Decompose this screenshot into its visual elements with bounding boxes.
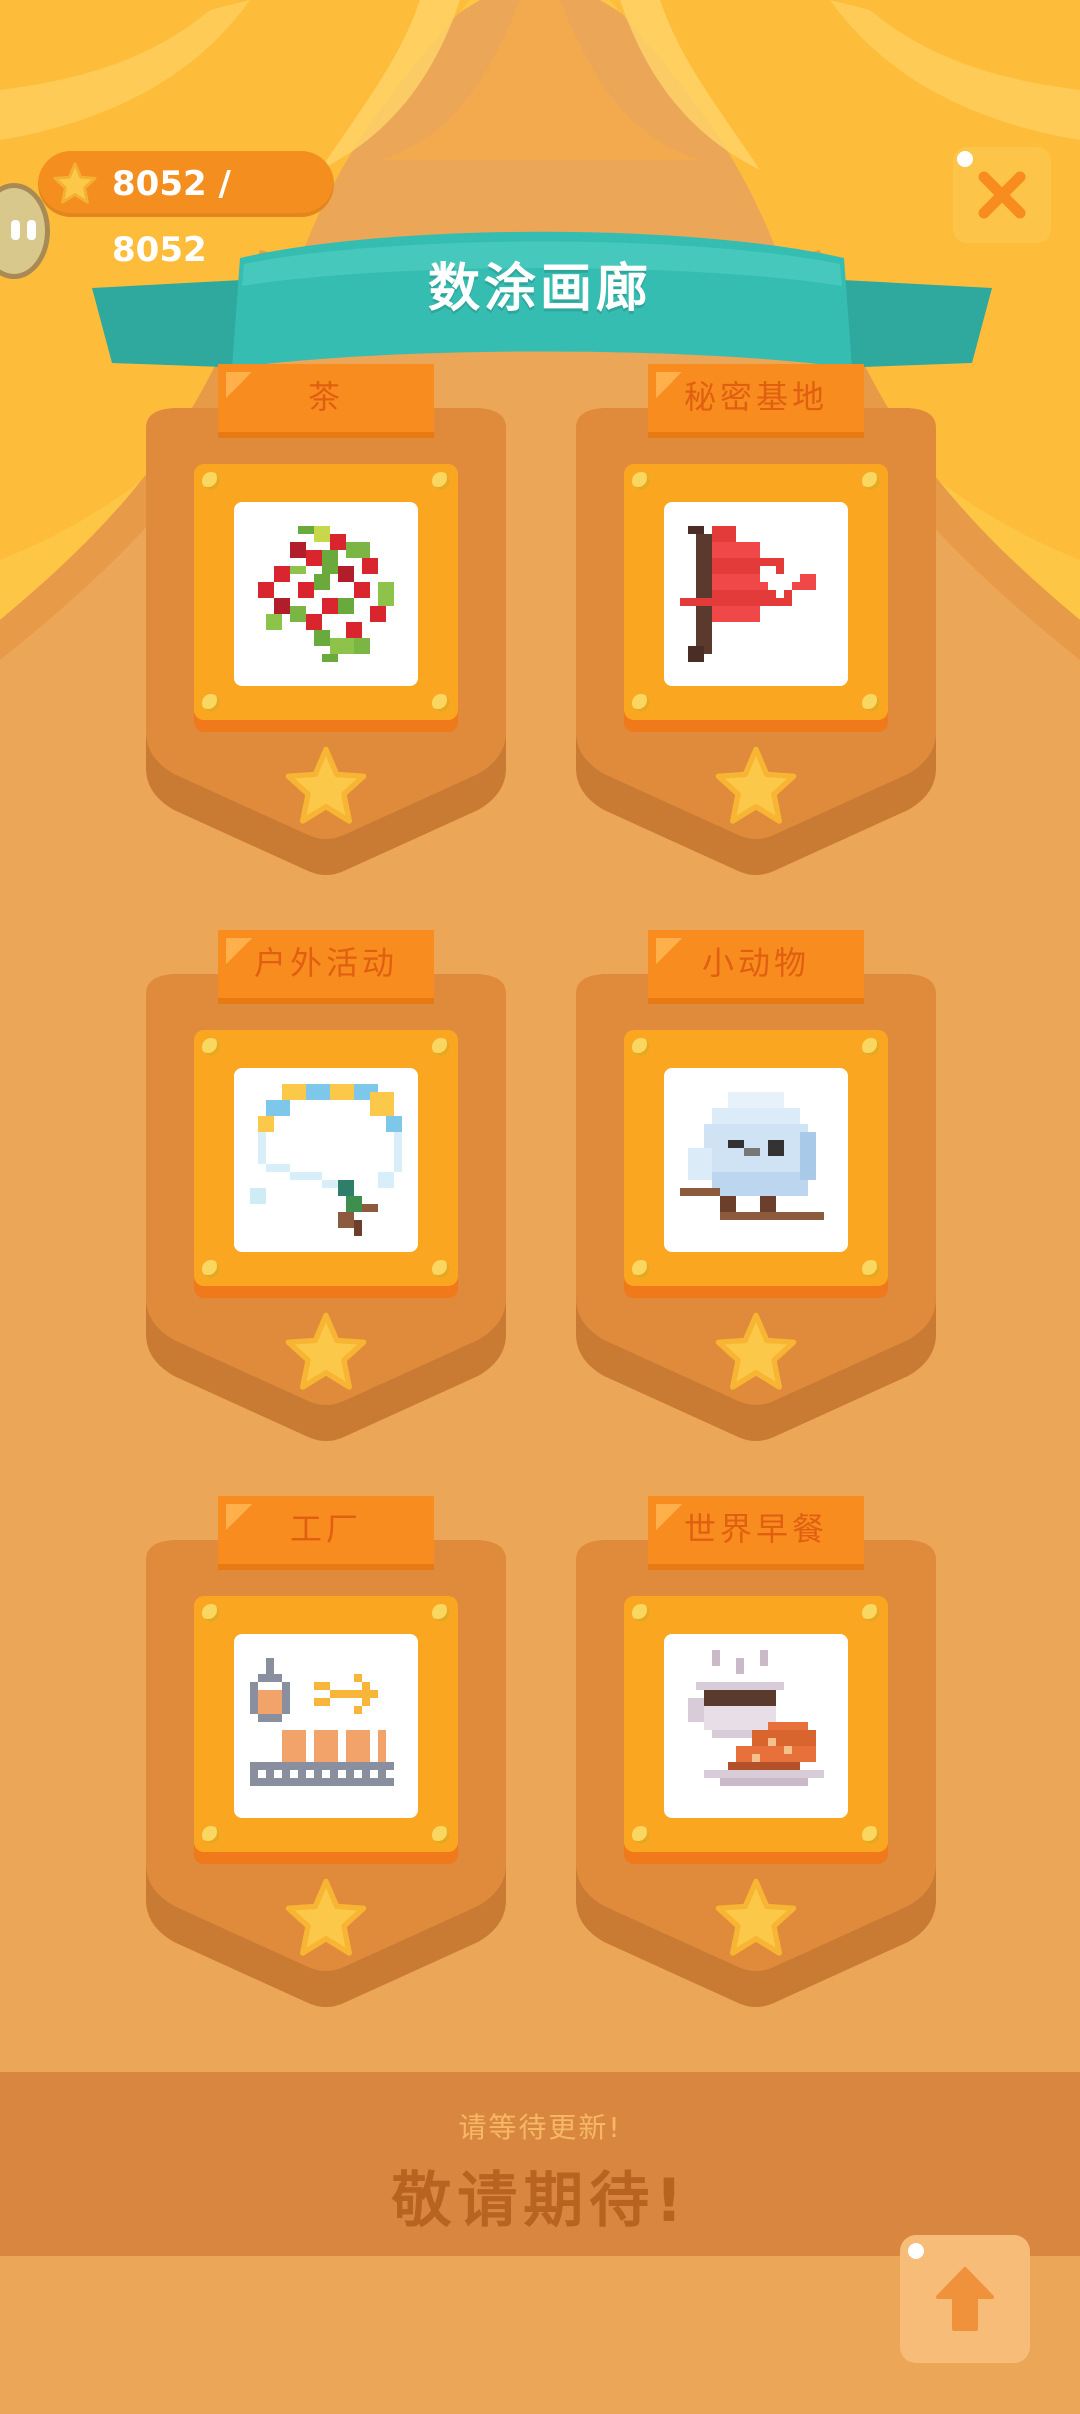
card-label: 工厂 bbox=[289, 1510, 362, 1548]
card-star-icon bbox=[285, 746, 367, 824]
artwork-canvas bbox=[664, 1634, 848, 1818]
card-star-icon bbox=[285, 1312, 367, 1390]
avatar-eye bbox=[27, 220, 36, 240]
bird-artwork bbox=[680, 1092, 824, 1220]
artwork-frame bbox=[624, 1030, 888, 1286]
frame-screw bbox=[862, 1038, 880, 1056]
card-label-tab: 小动物 bbox=[648, 930, 864, 1004]
frame-screw bbox=[202, 1826, 220, 1844]
flag-artwork bbox=[680, 526, 816, 662]
berries-artwork bbox=[258, 526, 394, 662]
avatar-eye bbox=[11, 220, 20, 240]
frame-screw bbox=[862, 1604, 880, 1622]
star-icon bbox=[53, 162, 97, 204]
frame-screw bbox=[202, 1038, 220, 1056]
factory-artwork bbox=[250, 1658, 394, 1786]
artwork-canvas bbox=[664, 1068, 848, 1252]
frame-screw bbox=[632, 1604, 650, 1622]
frame-screw bbox=[432, 1604, 450, 1622]
frame-screw bbox=[632, 1826, 650, 1844]
card-label: 户外活动 bbox=[253, 944, 398, 982]
frame-screw bbox=[862, 1826, 880, 1844]
gallery-card-tea[interactable]: 茶 bbox=[146, 364, 506, 908]
card-label-tab: 工厂 bbox=[218, 1496, 434, 1570]
artwork-frame bbox=[194, 1596, 458, 1852]
card-label-tab: 世界早餐 bbox=[648, 1496, 864, 1570]
gallery-card-factory[interactable]: 工厂 bbox=[146, 1496, 506, 2040]
frame-screw bbox=[432, 1038, 450, 1056]
card-star-icon bbox=[715, 1878, 797, 1956]
frame-screw bbox=[862, 694, 880, 712]
card-star-icon bbox=[715, 746, 797, 824]
artwork-canvas bbox=[234, 1634, 418, 1818]
close-icon bbox=[978, 171, 1026, 219]
paraglider-artwork bbox=[250, 1084, 402, 1236]
artwork-canvas bbox=[234, 1068, 418, 1252]
artwork-frame bbox=[194, 464, 458, 720]
coming-soon-text: 敬请期待! bbox=[391, 2166, 689, 2236]
shine-dot bbox=[908, 2243, 924, 2259]
gallery-card-world-breakfast[interactable]: 世界早餐 bbox=[576, 1496, 936, 2040]
frame-screw bbox=[632, 1038, 650, 1056]
arrow-up-icon bbox=[936, 2267, 994, 2331]
frame-screw bbox=[862, 1260, 880, 1278]
artwork-canvas bbox=[664, 502, 848, 686]
artwork-canvas bbox=[234, 502, 418, 686]
frame-screw bbox=[432, 1826, 450, 1844]
frame-screw bbox=[432, 1260, 450, 1278]
gallery-card-outdoor[interactable]: 户外活动 bbox=[146, 930, 506, 1474]
card-label: 茶 bbox=[307, 378, 344, 416]
frame-screw bbox=[632, 1260, 650, 1278]
artwork-frame bbox=[194, 1030, 458, 1286]
frame-screw bbox=[202, 694, 220, 712]
card-label: 小动物 bbox=[701, 944, 810, 982]
gallery-card-small-animals[interactable]: 小动物 bbox=[576, 930, 936, 1474]
scroll-top-button[interactable] bbox=[900, 2235, 1030, 2363]
frame-screw bbox=[202, 1604, 220, 1622]
gallery-card-secret-base[interactable]: 秘密基地 bbox=[576, 364, 936, 908]
breakfast-artwork bbox=[688, 1650, 824, 1786]
page-title: 数涂画廊 bbox=[427, 259, 652, 319]
frame-screw bbox=[202, 472, 220, 490]
card-star-icon bbox=[285, 1878, 367, 1956]
card-label-tab: 茶 bbox=[218, 364, 434, 438]
card-label: 世界早餐 bbox=[683, 1510, 828, 1548]
shine-dot bbox=[957, 151, 973, 167]
artwork-frame bbox=[624, 1596, 888, 1852]
card-label-tab: 户外活动 bbox=[218, 930, 434, 1004]
frame-screw bbox=[862, 472, 880, 490]
frame-screw bbox=[432, 694, 450, 712]
frame-screw bbox=[632, 472, 650, 490]
update-subtitle: 请等待更新! bbox=[458, 2111, 622, 2144]
frame-screw bbox=[432, 472, 450, 490]
card-star-icon bbox=[715, 1312, 797, 1390]
artwork-frame bbox=[624, 464, 888, 720]
card-label: 秘密基地 bbox=[683, 378, 828, 416]
coin-counter: 8052 / 8052 bbox=[38, 151, 334, 270]
card-label-tab: 秘密基地 bbox=[648, 364, 864, 438]
frame-screw bbox=[632, 694, 650, 712]
frame-screw bbox=[202, 1260, 220, 1278]
